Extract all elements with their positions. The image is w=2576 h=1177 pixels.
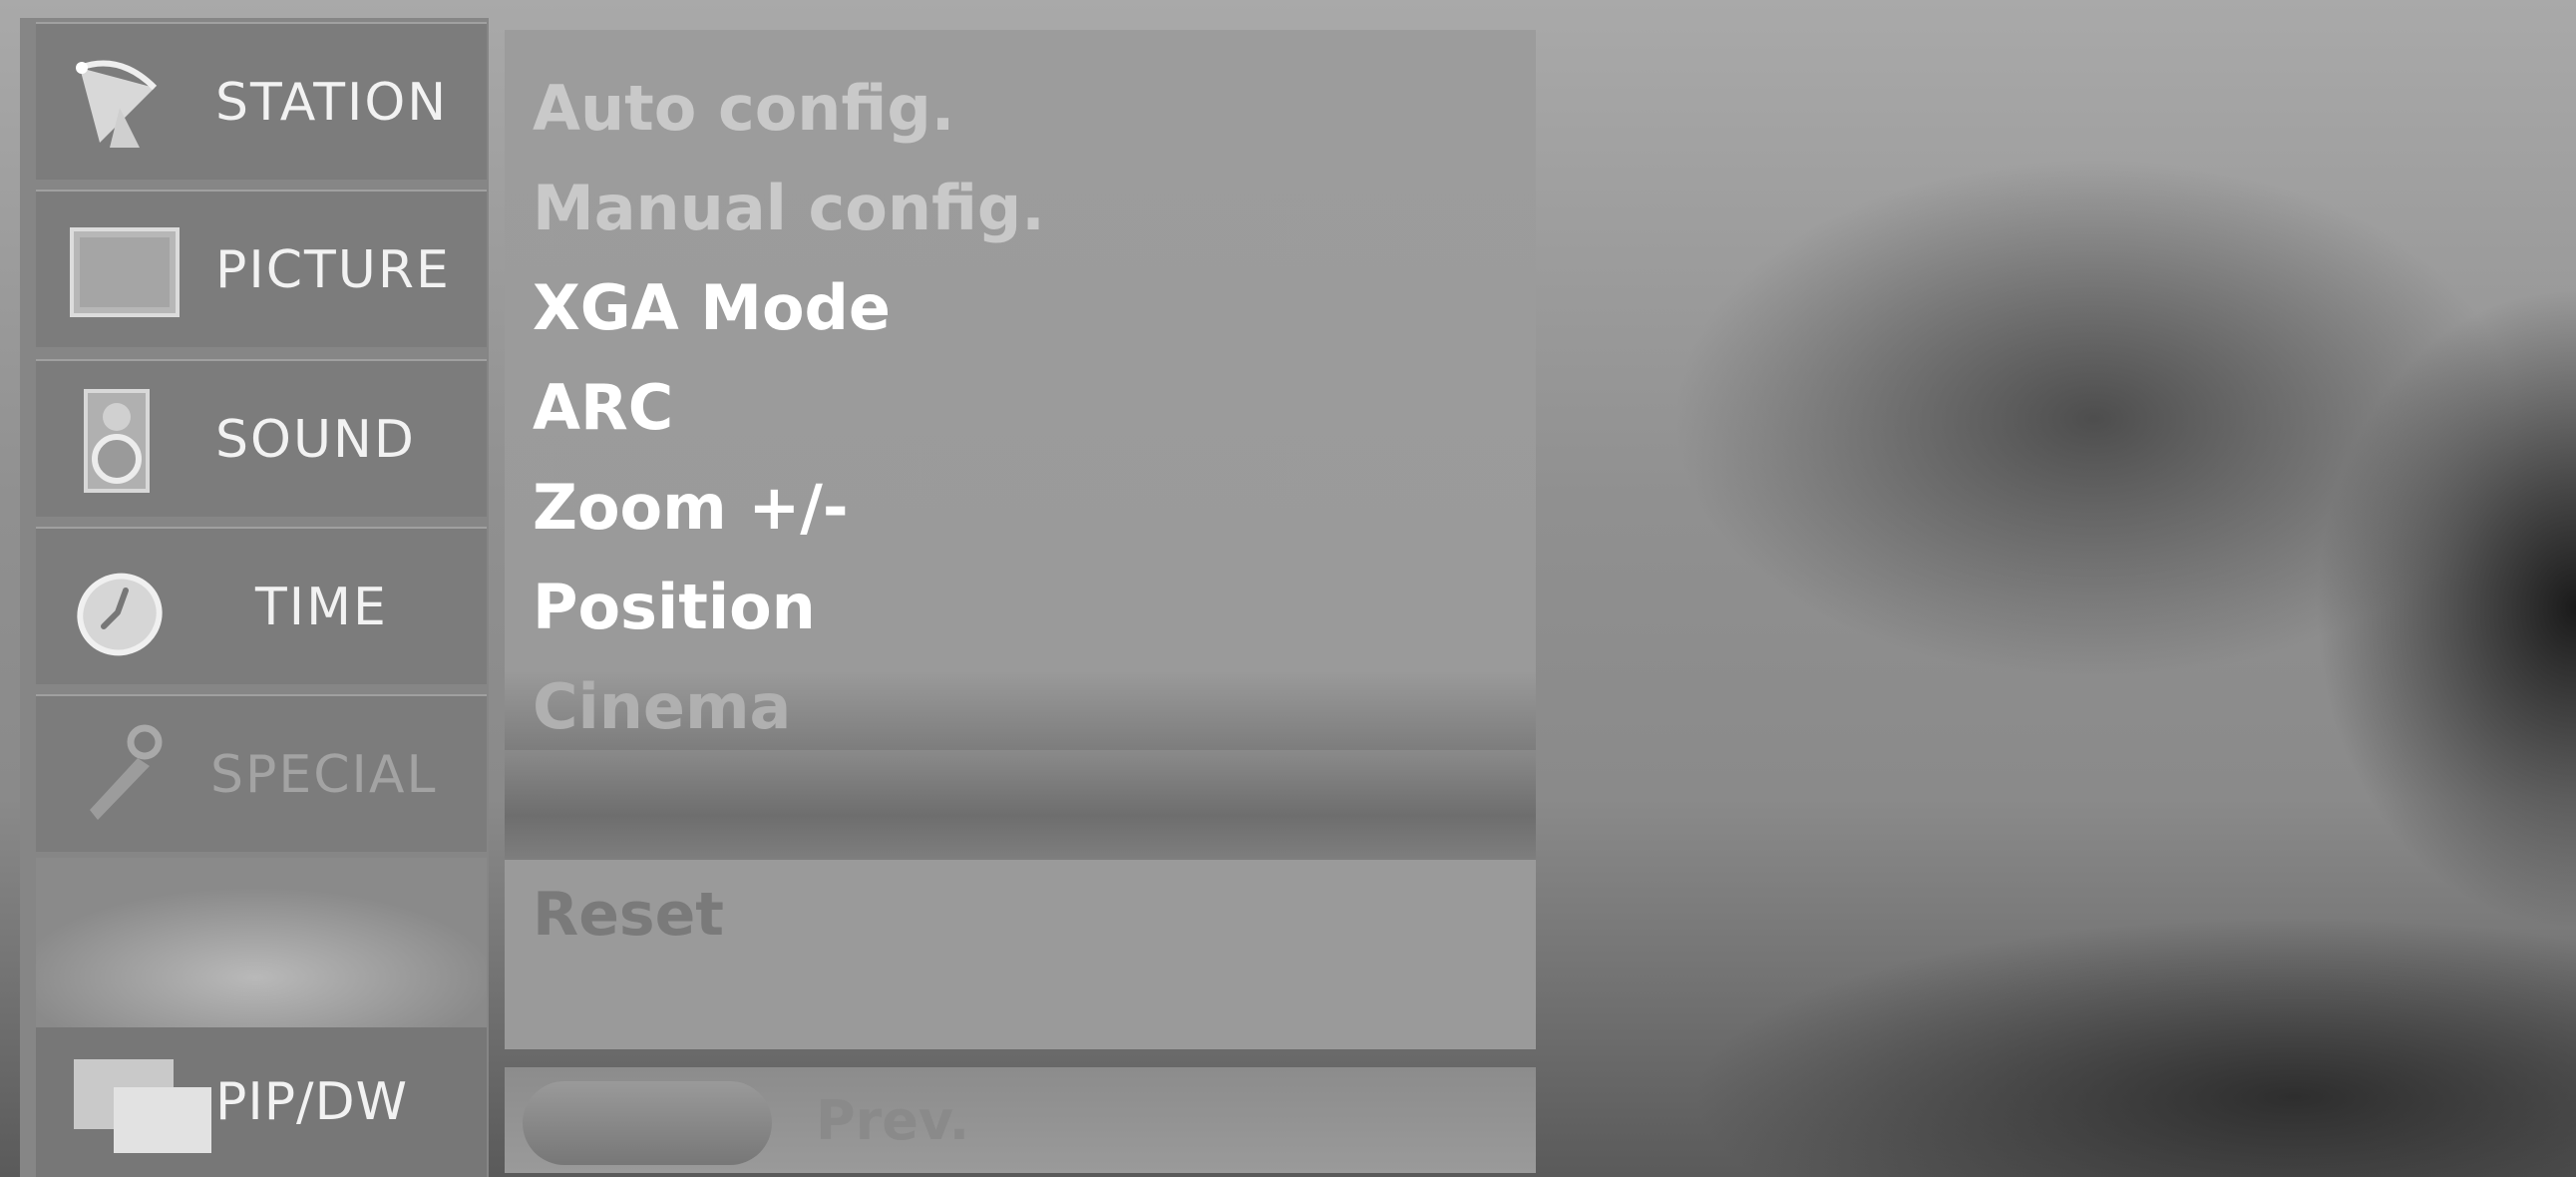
reset-button[interactable]: Reset (533, 880, 724, 950)
menu-item-xga-mode[interactable]: XGA Mode (533, 271, 891, 344)
category-sound[interactable]: SOUND (36, 359, 487, 517)
category-label: TIME (255, 578, 388, 637)
category-station[interactable]: STATION (36, 22, 487, 180)
menu-item-manual-config: Manual config. (533, 172, 1045, 244)
category-label: SOUND (215, 410, 416, 470)
sidebar-gap (36, 858, 487, 1027)
clock-icon (77, 573, 163, 656)
navigation-bar: Prev. (505, 1067, 1536, 1173)
speaker-icon (84, 389, 150, 493)
prev-label: Prev. (816, 1089, 970, 1152)
category-label: PIP/DW (215, 1072, 409, 1132)
menu-item-position[interactable]: Position (533, 571, 816, 643)
category-picture[interactable]: PICTURE (36, 190, 487, 347)
menu-item-zoom[interactable]: Zoom +/- (533, 471, 849, 544)
menu-item-arc[interactable]: ARC (533, 371, 673, 444)
category-label: SPECIAL (210, 745, 438, 805)
satellite-dish-icon (76, 60, 158, 148)
category-label: PICTURE (215, 240, 451, 300)
category-label: STATION (215, 73, 449, 133)
menu-item-cinema: Cinema (533, 670, 792, 743)
reset-panel: Reset (505, 860, 1536, 1049)
pip-windows-icon (74, 1059, 211, 1153)
prev-button-shape[interactable] (523, 1081, 772, 1165)
category-special: SPECIAL (36, 694, 487, 852)
picture-square-icon (70, 227, 180, 317)
menu-item-auto-config: Auto config. (533, 72, 955, 145)
category-time[interactable]: TIME (36, 527, 487, 684)
submenu-divider (505, 750, 1536, 860)
key-tag-icon (90, 724, 163, 820)
category-pip-dw[interactable]: PIP/DW (36, 1027, 487, 1177)
